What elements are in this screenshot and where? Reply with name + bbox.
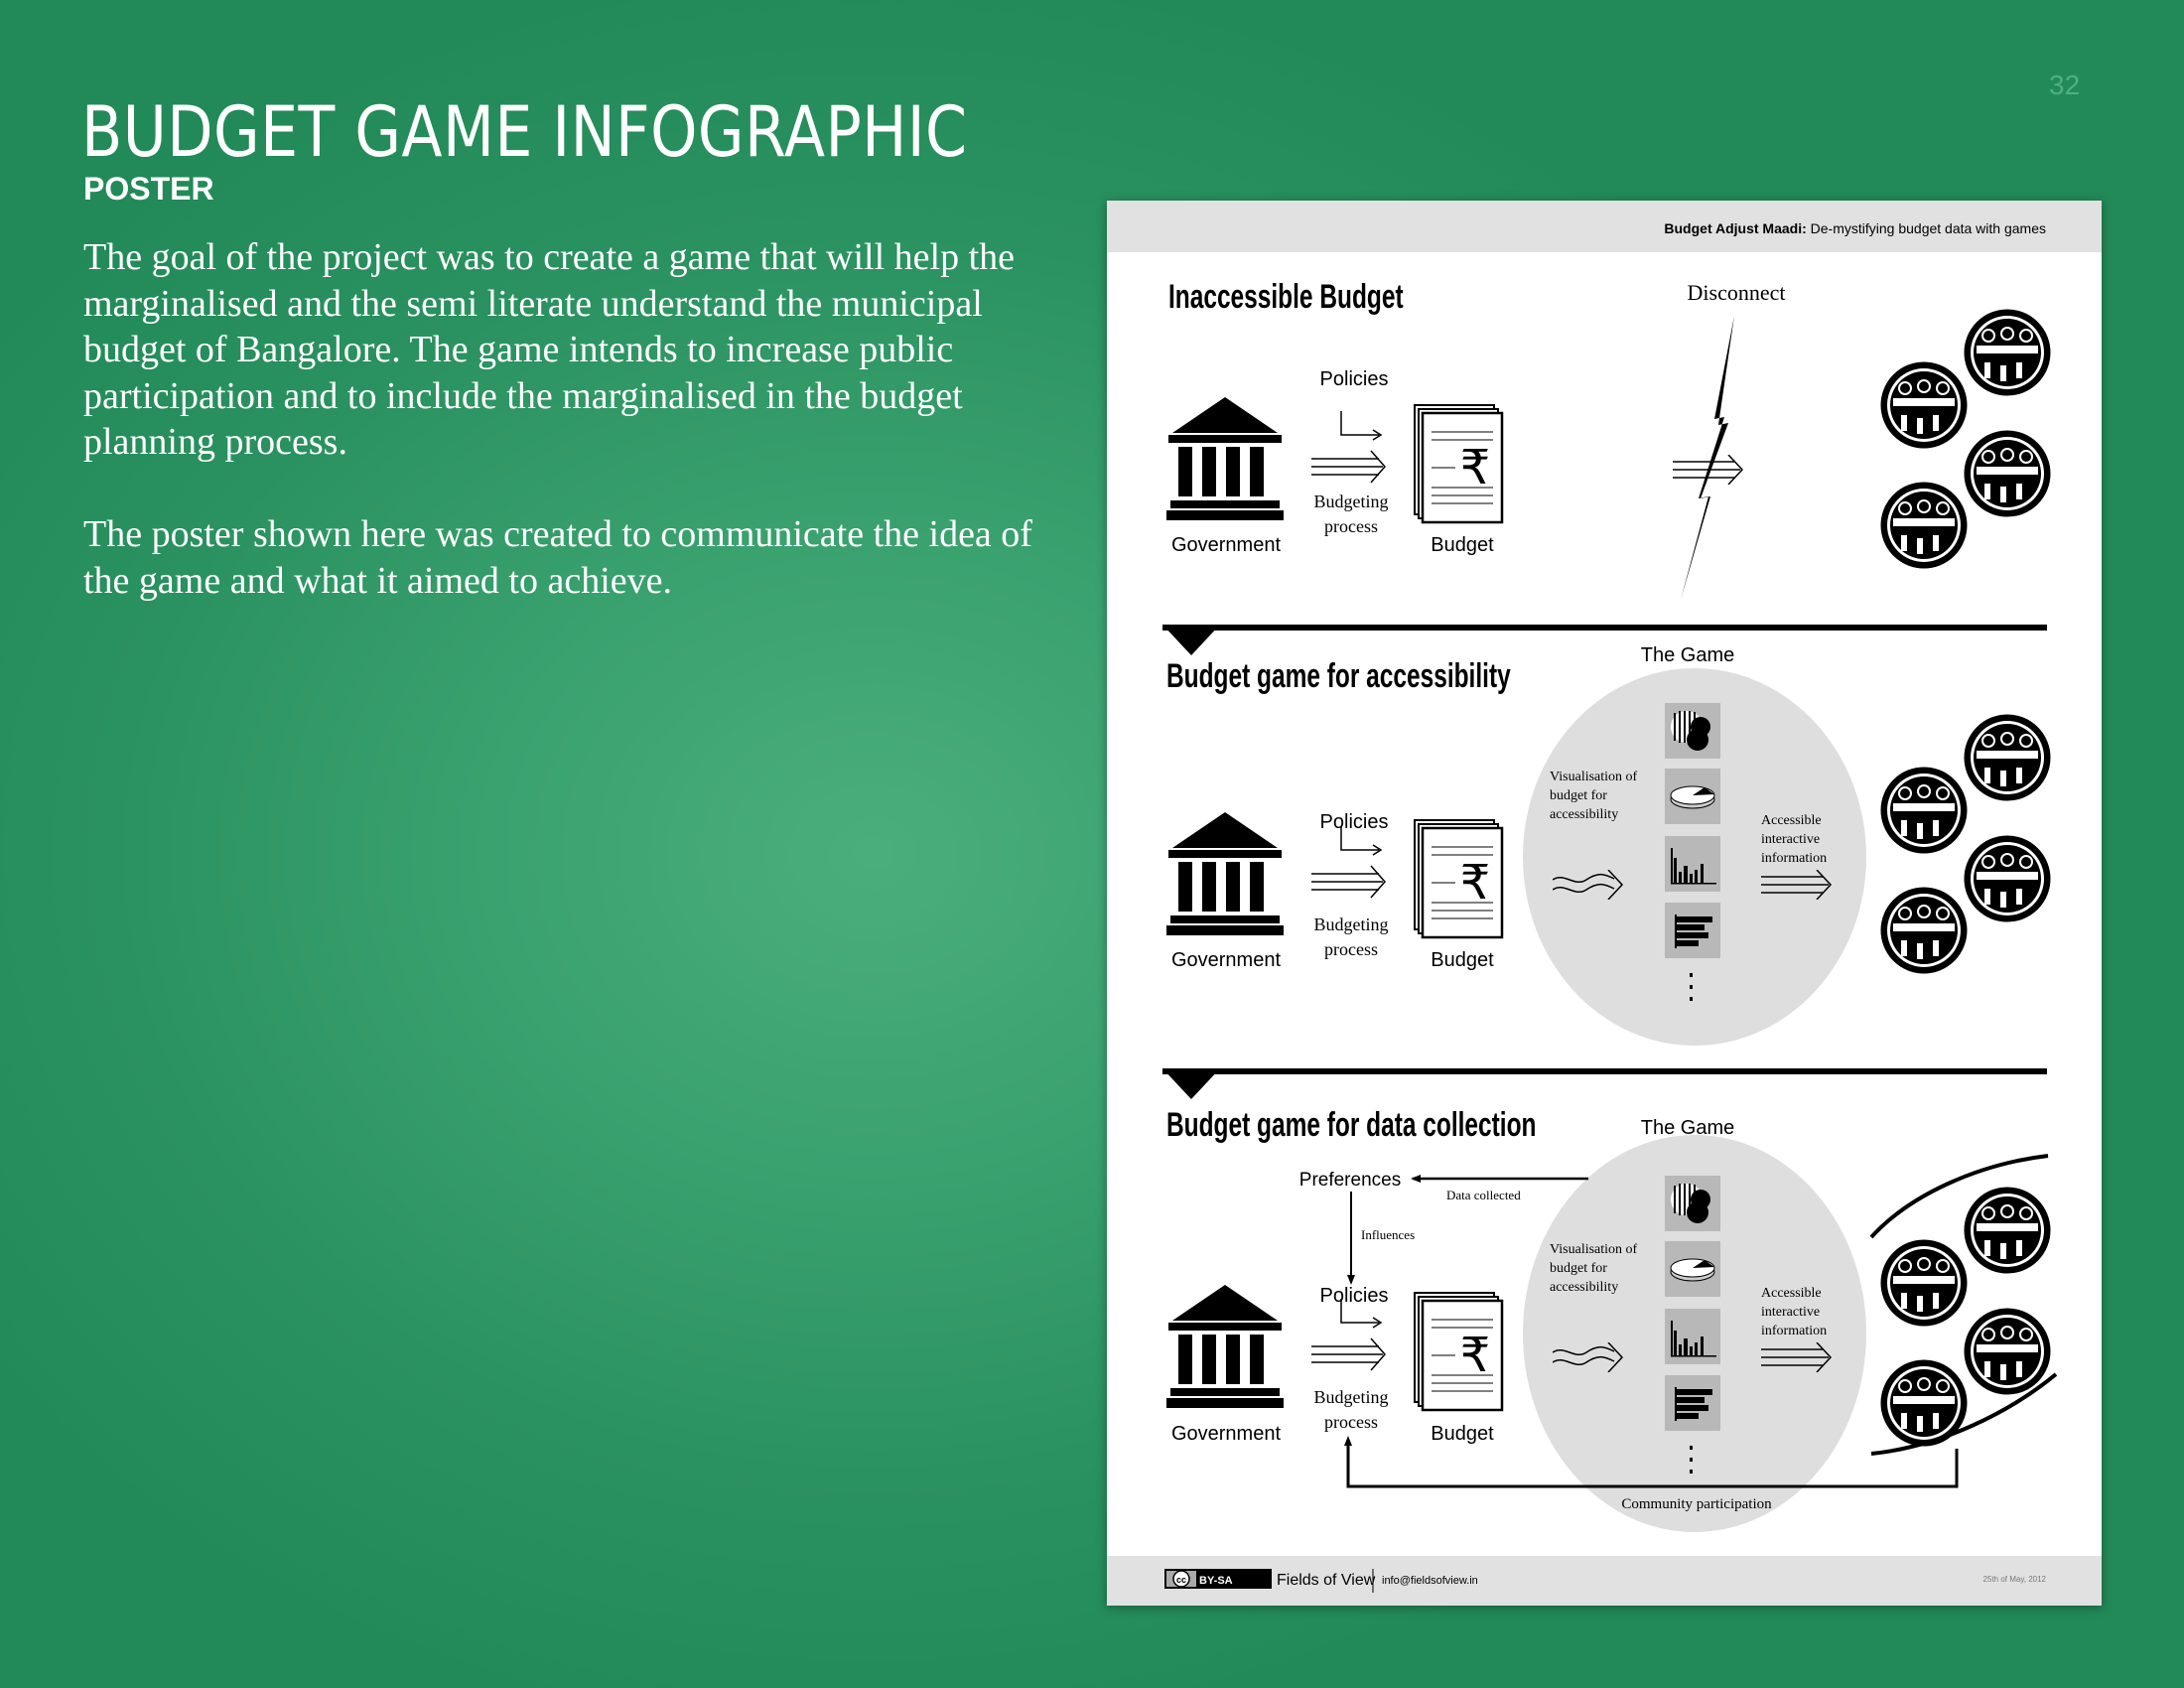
people-group-icon [1964,1308,2051,1395]
poster-header: Budget Adjust Maadi: De-mystifying budge… [1664,220,2046,236]
government-icon [1166,397,1284,520]
policies-label: Policies [1320,811,1389,833]
triple-arrow-icon [1673,455,1743,485]
people-group-icon [1964,714,2051,801]
poster-image: ₹ [1107,201,2102,1606]
cc-icon: cc [1176,1575,1186,1585]
process-label: process [1324,939,1378,959]
poster-header-rest: De-mystifying budget data with games [1807,220,2046,236]
page-title: BUDGET GAME INFOGRAPHIC [81,91,968,173]
people-group-icon [1880,767,1968,854]
policies-label: Policies [1320,368,1389,390]
description: The goal of the project was to create a … [83,234,1066,650]
horizontal-bar-chart-icon [1665,903,1720,958]
disconnect-label: Disconnect [1688,280,1786,305]
org-name: Fields of View [1277,1572,1376,1589]
lightning-icon [1681,316,1734,600]
government-icon [1166,812,1284,935]
government-label: Government [1171,534,1281,556]
budget-document-icon [1414,404,1504,524]
section2-title: Budget game for accessibility [1166,657,1511,695]
venn-chart-icon [1665,703,1720,759]
description-paragraph: The poster shown here was created to com… [83,513,1032,602]
venn-chart-icon [1665,1176,1720,1231]
preferences-label: Preferences [1299,1170,1401,1191]
section-divider [1162,625,2047,631]
community-participation-label: Community participation [1621,1496,1772,1512]
budgeting-label: Budgeting [1314,1387,1389,1407]
people-group-icon [1964,309,2051,396]
budget-label: Budget [1431,534,1494,556]
government-label: Government [1171,1423,1281,1445]
arrow-head-icon [1411,1175,1421,1183]
people-group-icon [1964,430,2051,517]
process-label: process [1324,516,1378,536]
flow-arrow-icon [1310,826,1386,899]
date-label: 25th of May, 2012 [1983,1575,2047,1584]
budgeting-label: Budgeting [1314,914,1389,934]
influences-label: Influences [1361,1227,1415,1242]
description-paragraph: The goal of the project was to create a … [83,236,1016,463]
budget-document-icon [1414,1292,1504,1412]
flow-arrow-icon [1310,411,1386,484]
license-label: BY-SA [1199,1575,1233,1587]
section1-title: Inaccessible Budget [1168,278,1404,316]
accessible-info-label: Accessible interactive information [1761,1286,1827,1338]
email-label: info@fieldsofview.in [1382,1575,1478,1587]
budget-label: Budget [1431,1423,1494,1445]
pie-chart-icon [1665,769,1720,824]
horizontal-bar-chart-icon [1665,1375,1720,1431]
people-group-icon [1880,482,1968,569]
pie-chart-icon [1665,1241,1720,1297]
bar-chart-icon [1665,836,1720,892]
people-group-icon [1880,361,1968,449]
data-collected-label: Data collected [1446,1188,1521,1202]
the-game-label: The Game [1641,644,1734,666]
page-number: 32 [2049,70,2081,100]
government-icon [1166,1285,1284,1408]
people-group-icon [1880,887,1968,974]
budget-label: Budget [1431,949,1494,971]
divider-pointer-icon [1162,1068,1220,1099]
poster-header-bold: Budget Adjust Maadi: [1664,220,1806,236]
arrow-head-icon [1347,1275,1355,1285]
process-label: process [1324,1412,1378,1432]
government-label: Government [1171,949,1281,971]
budgeting-label: Budgeting [1314,492,1389,511]
divider-pointer-icon [1162,625,1220,655]
budget-document-icon [1414,819,1504,939]
bar-chart-icon [1665,1309,1720,1364]
section3-title: Budget game for data collection [1166,1106,1536,1144]
people-group-icon [1964,835,2051,922]
people-group-icon [1964,1187,2051,1274]
accessible-info-label: Accessible interactive information [1761,813,1827,866]
people-group-icon [1880,1239,1968,1327]
policies-label: Policies [1320,1285,1389,1307]
arrow-head-icon [1344,1436,1352,1446]
section-divider [1162,1068,2047,1074]
page-subtitle: POSTER [83,171,214,207]
flow-arrow-icon [1310,1299,1386,1371]
cc-license-badge: cc BY-SA [1164,1569,1272,1589]
the-game-label: The Game [1641,1117,1734,1139]
